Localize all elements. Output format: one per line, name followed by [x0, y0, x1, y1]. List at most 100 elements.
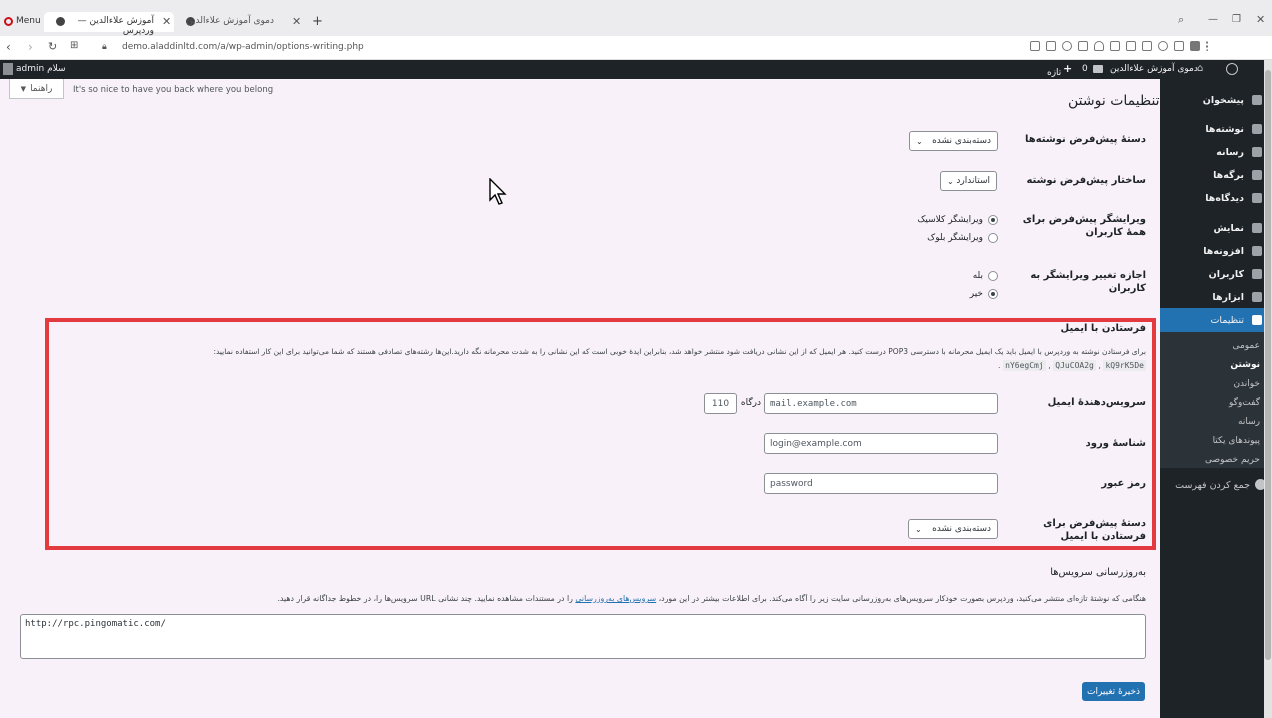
- chevron-down-icon: ⌄: [916, 136, 923, 146]
- comments-count: 0: [1082, 64, 1088, 74]
- collapse-label: جمع کردن فهرست: [1175, 479, 1250, 491]
- forward-icon[interactable]: ›: [28, 40, 33, 54]
- submenu-item-discussion[interactable]: گفت‌وگو: [1229, 398, 1260, 408]
- site-name-link[interactable]: دموی آموزش علاءالدین: [1110, 64, 1198, 74]
- allow-switch-no-radio[interactable]: [988, 289, 998, 299]
- plus-icon[interactable]: +: [1063, 62, 1072, 75]
- account-greeting[interactable]: سلام admin: [16, 64, 66, 74]
- close-window-icon[interactable]: ✕: [1256, 13, 1265, 26]
- help-label: راهنما: [30, 83, 53, 94]
- reload-icon[interactable]: ↻: [48, 40, 57, 53]
- sidebar-item-tools[interactable]: ابزارها: [1160, 287, 1272, 307]
- battery-icon[interactable]: [1190, 41, 1200, 51]
- default-format-select[interactable]: استاندارد ⌄: [940, 171, 997, 191]
- chevron-down-icon: ⌄: [915, 524, 922, 534]
- select-value: دسته‌بندی نشده: [932, 136, 991, 146]
- sidebar-item-comments[interactable]: دیدگاه‌ها: [1160, 188, 1272, 208]
- port-input[interactable]: 110: [704, 393, 737, 414]
- update-services-link[interactable]: سرویس‌های به‌روزرسانی: [575, 594, 656, 603]
- update-services-description: هنگامی که نوشتهٔ تازه‌ای منتشر می‌کنید، …: [150, 594, 1146, 603]
- tab-title: دموی آموزش علاءالدین: [186, 16, 274, 26]
- random-code: QJuCOA2g: [1053, 360, 1096, 371]
- classic-editor-radio[interactable]: [988, 215, 998, 225]
- sidebar-item-users[interactable]: کاربران: [1160, 264, 1272, 284]
- block-editor-radio[interactable]: [988, 233, 998, 243]
- random-code: nY6egCmj: [1003, 360, 1046, 371]
- save-button[interactable]: ذخیرهٔ تغییرات: [1082, 682, 1145, 701]
- submenu-item-reading[interactable]: خواندن: [1233, 379, 1260, 389]
- sidebar-item-appearance[interactable]: نمایش: [1160, 218, 1272, 238]
- sidebar-item-plugins[interactable]: افزونه‌ها: [1160, 241, 1272, 261]
- account-icon[interactable]: [1158, 41, 1168, 51]
- sidebar-item-posts[interactable]: نوشته‌ها: [1160, 119, 1272, 139]
- heart-icon[interactable]: [1094, 41, 1104, 51]
- close-icon[interactable]: ✕: [162, 15, 171, 28]
- submenu-item-permalinks[interactable]: پیوندهای یکتا: [1213, 436, 1260, 446]
- menu-icon[interactable]: [1206, 41, 1216, 51]
- submenu-item-writing[interactable]: نوشتن: [1230, 360, 1260, 370]
- submenu-item-media[interactable]: رسانه: [1238, 417, 1260, 427]
- allow-switch-yes-label: بله: [972, 271, 983, 281]
- sidebar-item-settings[interactable]: تنظیمات: [1160, 308, 1272, 332]
- sidebar-item-pages[interactable]: برگه‌ها: [1160, 165, 1272, 185]
- mouse-cursor-icon: [489, 178, 507, 205]
- lock-icon: 🔒︎: [102, 42, 107, 52]
- speed-dial-icon[interactable]: ⊞: [70, 40, 78, 51]
- help-tab-button[interactable]: ▼ راهنما: [9, 79, 64, 99]
- login-name-input[interactable]: login@example.com: [764, 433, 998, 454]
- wordpress-logo-icon[interactable]: [1226, 63, 1238, 75]
- sidebar-item-label: برگه‌ها: [1213, 169, 1244, 181]
- send-icon[interactable]: [1078, 41, 1088, 51]
- block-icon[interactable]: [1062, 41, 1072, 51]
- back-icon[interactable]: ‹: [6, 40, 11, 54]
- admin-sidebar: پیشخوان نوشته‌ها رسانه برگه‌ها دیدگاه‌ها…: [1160, 79, 1272, 718]
- scrollbar-thumb[interactable]: [1265, 70, 1271, 660]
- collapse-menu-button[interactable]: جمع کردن فهرست: [1160, 475, 1272, 495]
- sidebar-item-label: دیدگاه‌ها: [1205, 192, 1244, 204]
- settings-submenu: عمومی نوشتن خواندن گفت‌وگو رسانه پیوندها…: [1160, 332, 1272, 468]
- allow-switch-yes-radio[interactable]: [988, 271, 998, 281]
- minimize-icon[interactable]: —: [1208, 14, 1218, 25]
- input-value: password: [770, 478, 813, 489]
- submenu-item-privacy[interactable]: حریم خصوصی: [1205, 455, 1260, 465]
- allow-switch-label: اجازه تغییر ویرایشگر به کاربران: [1030, 270, 1146, 294]
- wrench-icon: [1252, 292, 1262, 302]
- search-icon[interactable]: ⌕: [1178, 13, 1184, 27]
- browser-menu-button[interactable]: Menu: [4, 16, 41, 26]
- comments-icon[interactable]: [1093, 65, 1103, 73]
- tab-inactive[interactable]: ✕ دموی آموزش علاءالدین: [176, 12, 306, 32]
- sidebar-item-media[interactable]: رسانه: [1160, 142, 1272, 162]
- password-input[interactable]: password: [764, 473, 998, 494]
- cube-icon[interactable]: [1142, 41, 1152, 51]
- user-icon: [1252, 269, 1262, 279]
- update-services-textarea[interactable]: http://rpc.pingomatic.com/: [20, 614, 1146, 659]
- mail-category-select[interactable]: دسته‌بندی نشده ⌄: [908, 519, 998, 539]
- sidebar-item-label: پیشخوان: [1202, 94, 1244, 106]
- new-tab-button[interactable]: +: [312, 14, 323, 29]
- restore-icon[interactable]: ❐: [1232, 14, 1241, 25]
- download-icon[interactable]: [1174, 41, 1184, 51]
- select-value: دسته‌بندی نشده: [932, 524, 991, 534]
- sidebar-item-label: نوشته‌ها: [1205, 123, 1244, 135]
- vpn-icon[interactable]: [1110, 41, 1120, 51]
- url-field[interactable]: demo.aladdinltd.com/a/wp-admin/options-w…: [122, 42, 364, 52]
- port-label: درگاه: [740, 398, 761, 408]
- sidebar-item-label: نمایش: [1213, 222, 1245, 234]
- opera-logo-icon: [4, 16, 13, 26]
- hello-dolly-text: It's so nice to have you back where you …: [73, 85, 274, 95]
- mail-category-label: دستهٔ پیش‌فرض برای فرستادن با ایمیل: [1043, 518, 1146, 542]
- input-value: mail.example.com: [770, 398, 857, 409]
- sidebar-item-dashboard[interactable]: پیشخوان: [1160, 90, 1272, 110]
- mail-server-input[interactable]: mail.example.com: [764, 393, 998, 414]
- new-label[interactable]: تازه: [1047, 68, 1061, 78]
- input-value: 110: [711, 398, 730, 409]
- close-icon[interactable]: ✕: [292, 15, 301, 28]
- extension-icons: [1030, 41, 1216, 51]
- wallet-icon[interactable]: [1126, 41, 1136, 51]
- extension-icon[interactable]: [1030, 41, 1040, 51]
- tab-active[interactable]: ✕ آموزش علاءالدین — وردپرس: [44, 12, 174, 36]
- submenu-item-general[interactable]: عمومی: [1232, 341, 1260, 351]
- default-category-label: دستهٔ پیش‌فرض نوشته‌ها: [1025, 134, 1146, 145]
- camera-icon[interactable]: [1046, 41, 1056, 51]
- default-category-select[interactable]: دسته‌بندی نشده ⌄: [909, 131, 998, 151]
